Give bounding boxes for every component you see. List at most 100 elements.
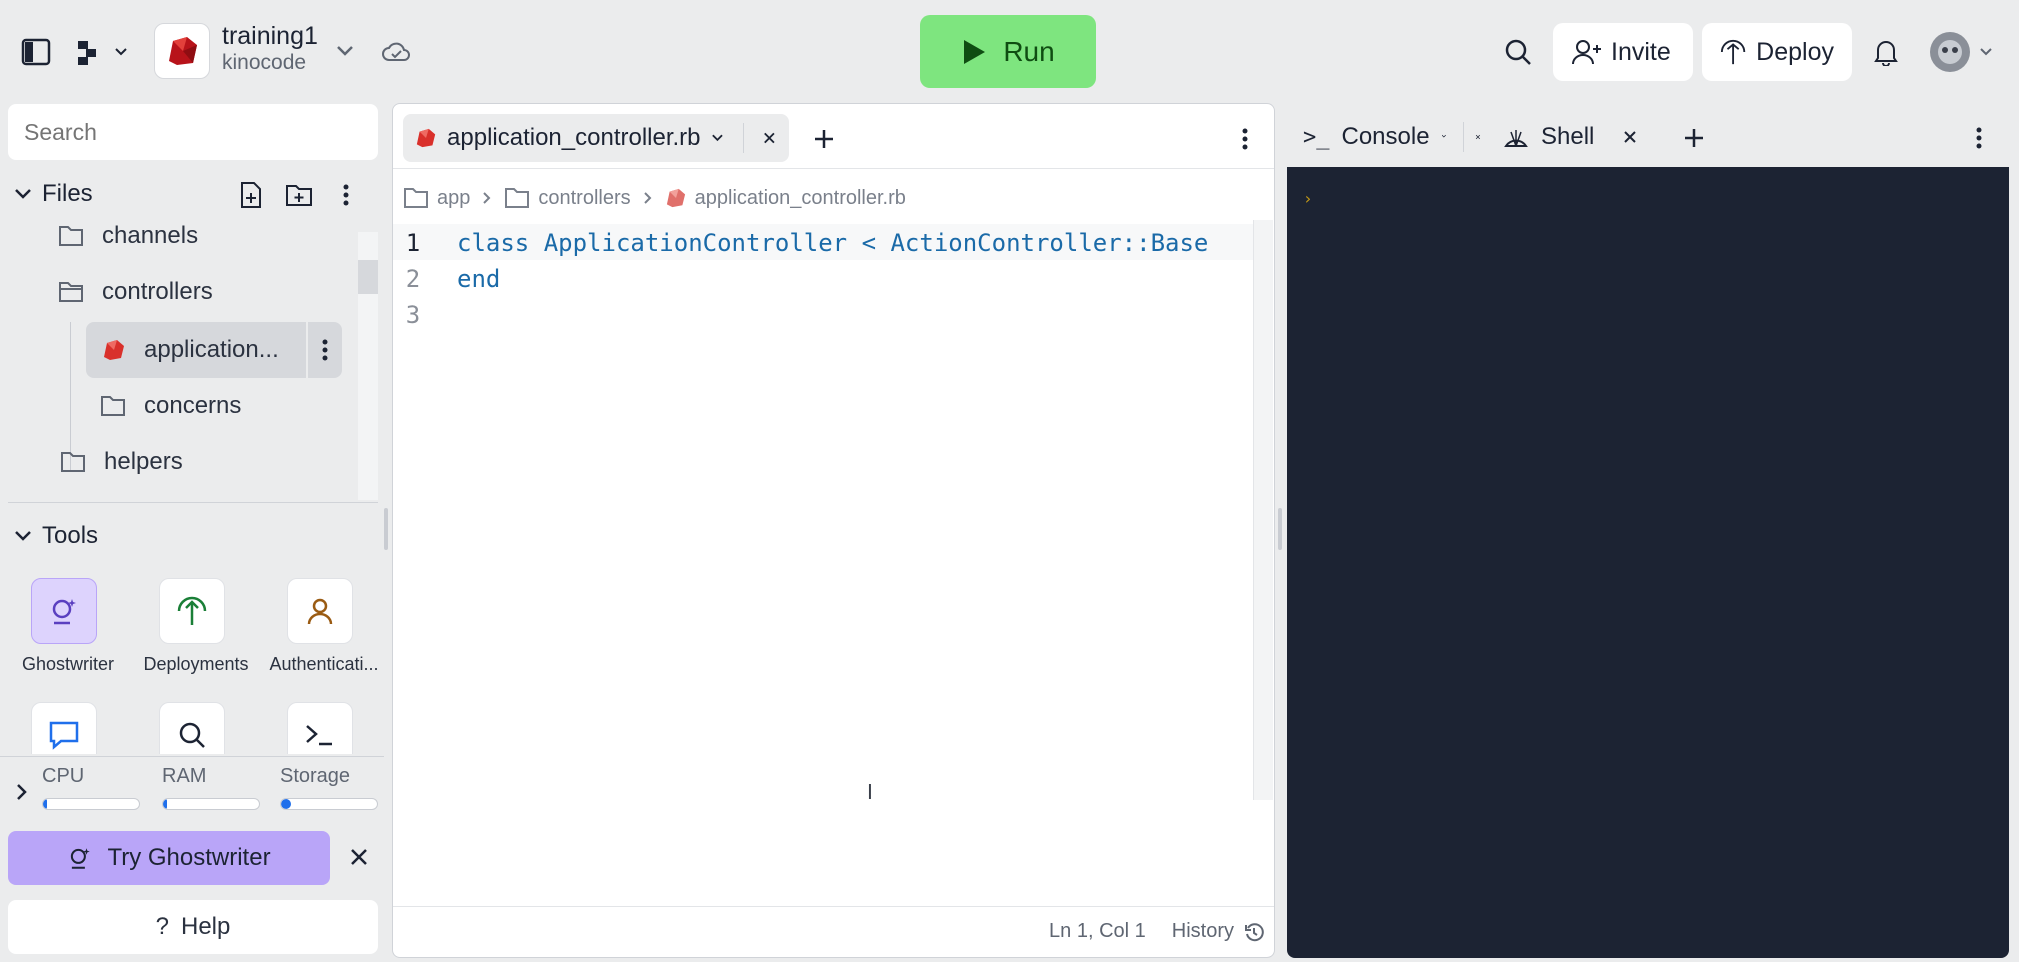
tree-item-label: channels: [102, 222, 199, 249]
file-more-icon[interactable]: [306, 322, 342, 378]
code-text: ApplicationController < ActionController…: [529, 229, 1209, 257]
tab-label: application_controller.rb: [447, 124, 701, 151]
editor-scrollbar[interactable]: [1253, 220, 1273, 800]
cloud-sync-icon[interactable]: [378, 34, 414, 70]
resource-storage: Storage: [280, 765, 380, 810]
editor-panel: application_controller.rb app controller…: [392, 103, 1275, 958]
cursor-position[interactable]: Ln 1, Col 1: [1049, 920, 1146, 943]
resource-label: CPU: [42, 765, 85, 787]
tab-shell[interactable]: Shell: [1503, 113, 1638, 161]
tree-folder-concerns[interactable]: concerns: [100, 382, 340, 430]
repl-title-block[interactable]: training1 kinocode: [222, 22, 318, 75]
code-editor[interactable]: 1 class ApplicationController < ActionCo…: [393, 224, 1253, 804]
tool-authentication[interactable]: Authenticati...: [264, 578, 378, 675]
try-ghostwriter-button[interactable]: Try Ghostwriter: [8, 831, 330, 885]
tool-deployments[interactable]: Deployments: [136, 578, 256, 675]
tools-section-header[interactable]: Tools: [14, 520, 98, 552]
chat-icon[interactable]: [31, 702, 97, 754]
editor-resize-handle[interactable]: [1278, 508, 1282, 550]
tree-item-label: controllers: [102, 278, 213, 305]
tab-console[interactable]: >_ Console: [1293, 113, 1491, 161]
console-output[interactable]: ›: [1287, 167, 2009, 958]
tool-label: Authenticati...: [269, 654, 378, 674]
console-more-icon[interactable]: [1967, 121, 1991, 155]
console-prompt-icon: ›: [1303, 189, 1313, 208]
chevron-down-icon[interactable]: [1441, 132, 1447, 142]
resource-fill: [281, 799, 291, 809]
chevron-down-icon: [15, 189, 31, 199]
files-more-icon[interactable]: [334, 180, 358, 210]
resource-label: RAM: [162, 765, 207, 787]
repl-language-icon[interactable]: [154, 23, 210, 79]
console-prompt-icon: >_: [1303, 124, 1330, 150]
code-line: 1 class ApplicationController < ActionCo…: [393, 226, 1209, 260]
shell-icon[interactable]: [287, 702, 353, 754]
new-tab-icon[interactable]: [1677, 121, 1711, 155]
ghostwriter-icon: [31, 578, 97, 644]
deploy-button[interactable]: Deploy: [1702, 23, 1852, 81]
breadcrumb-app[interactable]: app: [403, 187, 470, 210]
history-label: History: [1171, 920, 1234, 942]
status-bar: Ln 1, Col 1 History: [393, 906, 1274, 956]
tree-folder-helpers[interactable]: helpers: [60, 438, 340, 486]
history-button[interactable]: History: [1172, 920, 1264, 943]
folder-icon: [61, 452, 85, 472]
tree-folder-channels[interactable]: channels: [58, 222, 348, 260]
resource-cpu: CPU: [42, 765, 142, 810]
close-icon[interactable]: [1622, 129, 1638, 145]
play-icon: [964, 39, 986, 64]
chevron-right-icon[interactable]: [10, 777, 34, 807]
chevron-right-icon: [483, 192, 491, 204]
sidebar-resize-handle[interactable]: [384, 508, 388, 550]
repl-chevron-down-icon[interactable]: [332, 38, 358, 64]
tools-title: Tools: [42, 522, 99, 549]
deploy-button-label: Deploy: [1756, 37, 1834, 66]
editor-more-icon[interactable]: [1233, 122, 1257, 156]
folder-icon: [101, 396, 125, 416]
resources-panel[interactable]: CPU RAM Storage: [0, 756, 384, 822]
tab-application-controller[interactable]: application_controller.rb: [403, 114, 789, 162]
run-button[interactable]: Run: [920, 15, 1096, 88]
workspace-menu-icon[interactable]: [76, 34, 128, 70]
close-icon[interactable]: [1475, 129, 1481, 145]
tool-ghostwriter[interactable]: Ghostwriter: [8, 578, 128, 675]
new-tab-icon[interactable]: [807, 122, 841, 156]
chevron-down-icon: [15, 531, 31, 541]
files-section-header[interactable]: Files: [14, 178, 93, 210]
bell-icon[interactable]: [1868, 34, 1904, 70]
tree-file-application-controller[interactable]: application...: [86, 322, 342, 378]
close-icon[interactable]: [344, 842, 374, 872]
invite-button[interactable]: Invite: [1553, 23, 1693, 81]
breadcrumb-file[interactable]: application_controller.rb: [665, 187, 906, 210]
sidebar-toggle-icon[interactable]: [18, 34, 54, 70]
breadcrumb-label: application_controller.rb: [694, 186, 906, 209]
tree-item-label: application...: [144, 336, 279, 363]
invite-button-label: Invite: [1611, 37, 1671, 66]
user-icon: [287, 578, 353, 644]
search-icon[interactable]: [1500, 34, 1536, 70]
tab-label: Console: [1341, 123, 1430, 150]
chevron-down-icon[interactable]: [711, 133, 724, 143]
file-tree: channels controllers application... conc…: [8, 222, 360, 502]
sidebar-divider: [8, 502, 378, 503]
breadcrumb-controllers[interactable]: controllers: [504, 187, 631, 210]
chevron-down-icon: [1980, 48, 1992, 56]
new-folder-icon[interactable]: [284, 180, 314, 210]
tool-label: Ghostwriter: [21, 654, 115, 674]
avatar[interactable]: [1926, 30, 1996, 74]
help-button[interactable]: ? Help: [8, 900, 378, 954]
tree-folder-controllers[interactable]: controllers: [58, 268, 348, 316]
resource-fill: [163, 799, 167, 809]
new-file-icon[interactable]: [236, 180, 266, 210]
ruby-icon: [104, 340, 124, 360]
search-icon[interactable]: [159, 702, 225, 754]
close-icon[interactable]: [762, 130, 777, 146]
top-bar: training1 kinocode Run Invite Deploy: [0, 0, 2019, 102]
folder-icon: [59, 226, 83, 246]
search-input[interactable]: [8, 104, 378, 160]
code-line: 2 end: [393, 262, 501, 296]
tools-grid: Ghostwriter Deployments Authenticati...: [8, 578, 378, 754]
code-keyword: class: [457, 229, 530, 257]
file-tree-scrollbar[interactable]: [358, 232, 378, 500]
tool-label: Deployments: [143, 654, 249, 674]
